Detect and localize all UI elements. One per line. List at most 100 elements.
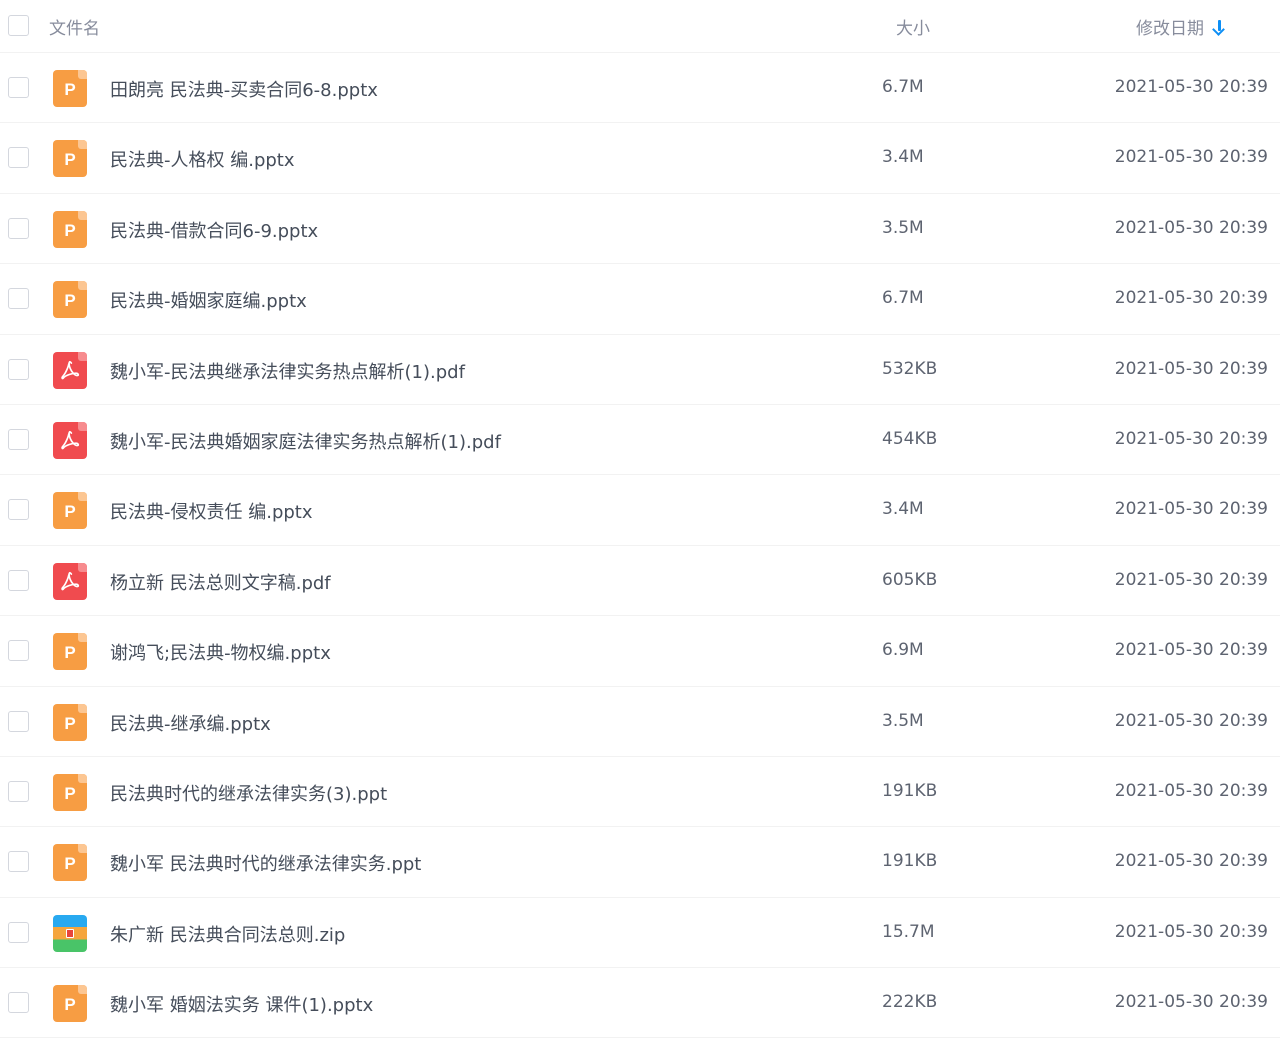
file-row[interactable]: P 民法典-借款合同6-9.pptx 3.5M 2021-05-30 20:39	[0, 194, 1280, 265]
column-header-date[interactable]: 修改日期	[1136, 14, 1225, 39]
file-row[interactable]: 魏小军-民法典婚姻家庭法律实务热点解析(1).pdf 454KB 2021-05-3…	[0, 405, 1280, 476]
file-size: 6.7M	[882, 77, 924, 97]
file-name[interactable]: 谢鸿飞;民法典-物权编.pptx	[110, 639, 331, 665]
row-checkbox[interactable]	[8, 499, 29, 521]
file-name[interactable]: 杨立新 民法总则文字稿.pdf	[110, 569, 331, 595]
ppt-icon-letter: P	[64, 713, 76, 733]
file-modified-date: 2021-05-30 20:39	[1114, 77, 1268, 97]
file-modified-date: 2021-05-30 20:39	[1114, 288, 1268, 309]
pdf-file-icon	[53, 351, 87, 389]
ppt-file-icon: P	[53, 703, 87, 741]
zip-clasp-icon	[66, 928, 74, 938]
row-checkbox[interactable]	[8, 992, 29, 1014]
ppt-file-icon: P	[53, 633, 87, 671]
ppt-icon-letter: P	[64, 643, 76, 663]
file-modified-date: 2021-05-30 20:39	[1114, 147, 1268, 168]
file-size: 454KB	[882, 428, 938, 449]
row-checkbox[interactable]	[8, 851, 29, 873]
ppt-file-icon: P	[53, 492, 87, 530]
ppt-icon-letter: P	[64, 150, 76, 170]
row-checkbox[interactable]	[8, 921, 29, 943]
select-all-checkbox[interactable]	[8, 15, 29, 36]
file-size: 3.4M	[882, 147, 924, 168]
file-size: 222KB	[882, 992, 938, 1013]
ppt-icon-letter: P	[64, 783, 76, 803]
file-size: 532KB	[882, 358, 938, 379]
file-row[interactable]: 魏小军-民法典继承法律实务热点解析(1).pdf 532KB 2021-05-30 …	[0, 335, 1280, 405]
ppt-file-icon: P	[53, 281, 87, 319]
ppt-file-icon: P	[53, 773, 87, 811]
file-modified-date: 2021-05-30 20:39	[1114, 640, 1268, 661]
row-checkbox[interactable]	[8, 640, 29, 662]
row-checkbox[interactable]	[8, 710, 29, 732]
acrobat-icon	[61, 431, 80, 450]
file-modified-date: 2021-05-30 20:39	[1114, 358, 1268, 379]
file-size: 191KB	[882, 851, 938, 872]
file-name[interactable]: 民法典-继承编.pptx	[110, 710, 271, 736]
file-modified-date: 2021-05-30 20:39	[1114, 569, 1268, 590]
file-modified-date: 2021-05-30 20:39	[1114, 992, 1268, 1013]
file-name[interactable]: 民法典时代的继承法律实务(3).ppt	[110, 780, 387, 806]
file-name[interactable]: 民法典-婚姻家庭编.pptx	[110, 287, 307, 313]
file-size: 6.9M	[882, 640, 924, 661]
row-checkbox[interactable]	[8, 428, 29, 450]
file-row[interactable]: 杨立新 民法总则文字稿.pdf 605KB 2021-05-30 20:39	[0, 546, 1280, 617]
acrobat-icon	[61, 572, 80, 591]
ppt-file-icon: P	[53, 210, 87, 248]
row-checkbox[interactable]	[8, 77, 29, 98]
column-header-date-label: 修改日期	[1136, 19, 1204, 39]
file-modified-date: 2021-05-30 20:39	[1114, 921, 1268, 942]
ppt-icon-letter: P	[64, 220, 76, 240]
row-checkbox[interactable]	[8, 780, 29, 802]
file-modified-date: 2021-05-30 20:39	[1114, 428, 1268, 449]
pdf-file-icon	[53, 562, 87, 600]
file-name[interactable]: 民法典-人格权 编.pptx	[110, 146, 295, 172]
file-rows: P 田朗亮 民法典-买卖合同6-8.pptx 6.7M 2021-05-30 20:3…	[0, 53, 1280, 1038]
file-row[interactable]: P 民法典-继承编.pptx 3.5M 2021-05-30 20:39	[0, 687, 1280, 757]
file-row[interactable]: P 谢鸿飞;民法典-物权编.pptx 6.9M 2021-05-30 20:39	[0, 616, 1280, 687]
acrobat-icon	[61, 360, 80, 380]
file-size: 191KB	[882, 780, 938, 801]
row-checkbox[interactable]	[8, 147, 29, 169]
ppt-icon-letter: P	[64, 995, 76, 1015]
file-size: 3.4M	[882, 499, 924, 520]
list-header: 文件名 大小 修改日期	[0, 0, 1280, 53]
ppt-icon-letter: P	[64, 854, 76, 874]
file-size: 3.5M	[882, 217, 924, 238]
file-row[interactable]: P 田朗亮 民法典-买卖合同6-8.pptx 6.7M 2021-05-30 20:3…	[0, 53, 1280, 124]
file-row[interactable]: P 魏小军 民法典时代的继承法律实务.ppt 191KB 2021-05-30 20:…	[0, 827, 1280, 898]
row-checkbox[interactable]	[8, 288, 29, 310]
column-header-size[interactable]: 大小	[896, 14, 930, 39]
file-row[interactable]: 朱广新 民法典合同法总则.zip 15.7M 2021-05-30 20:39	[0, 898, 1280, 969]
file-name[interactable]: 民法典-侵权责任 编.pptx	[110, 498, 313, 524]
file-size: 15.7M	[882, 921, 935, 942]
ppt-icon-letter: P	[64, 502, 76, 522]
file-name[interactable]: 田朗亮 民法典-买卖合同6-8.pptx	[110, 76, 378, 102]
file-size: 6.7M	[882, 288, 924, 309]
file-modified-date: 2021-05-30 20:39	[1114, 499, 1268, 520]
pdf-file-icon	[53, 421, 87, 459]
file-modified-date: 2021-05-30 20:39	[1114, 851, 1268, 872]
file-modified-date: 2021-05-30 20:39	[1114, 217, 1268, 238]
row-checkbox[interactable]	[8, 358, 29, 380]
file-row[interactable]: P 民法典-侵权责任 编.pptx 3.4M 2021-05-30 20:39	[0, 475, 1280, 546]
ppt-file-icon: P	[53, 985, 87, 1023]
ppt-file-icon: P	[53, 70, 87, 107]
file-name[interactable]: 魏小军 婚姻法实务 课件(1).pptx	[110, 991, 373, 1017]
file-list: 文件名 大小 修改日期 P 田朗亮 民法典-买卖合同6-8.pptx 6.7M 202…	[0, 0, 1280, 1038]
arrow-down-icon[interactable]	[1213, 19, 1225, 35]
file-row[interactable]: P 魏小军 婚姻法实务 课件(1).pptx 222KB 2021-05-30 20:…	[0, 968, 1280, 1038]
column-header-name[interactable]: 文件名	[49, 14, 100, 39]
file-name[interactable]: 魏小军-民法典婚姻家庭法律实务热点解析(1).pdf	[110, 428, 501, 454]
file-name[interactable]: 朱广新 民法典合同法总则.zip	[110, 921, 345, 947]
file-row[interactable]: P 民法典-人格权 编.pptx 3.4M 2021-05-30 20:39	[0, 123, 1280, 194]
file-name[interactable]: 魏小军 民法典时代的继承法律实务.ppt	[110, 850, 421, 876]
file-row[interactable]: P 民法典-婚姻家庭编.pptx 6.7M 2021-05-30 20:39	[0, 264, 1280, 335]
file-name[interactable]: 魏小军-民法典继承法律实务热点解析(1).pdf	[110, 358, 465, 384]
file-name[interactable]: 民法典-借款合同6-9.pptx	[110, 217, 318, 243]
row-checkbox[interactable]	[8, 217, 29, 239]
file-size: 605KB	[882, 569, 938, 590]
row-checkbox[interactable]	[8, 569, 29, 591]
file-row[interactable]: P 民法典时代的继承法律实务(3).ppt 191KB 2021-05-30 20:3…	[0, 757, 1280, 828]
file-modified-date: 2021-05-30 20:39	[1114, 710, 1268, 731]
